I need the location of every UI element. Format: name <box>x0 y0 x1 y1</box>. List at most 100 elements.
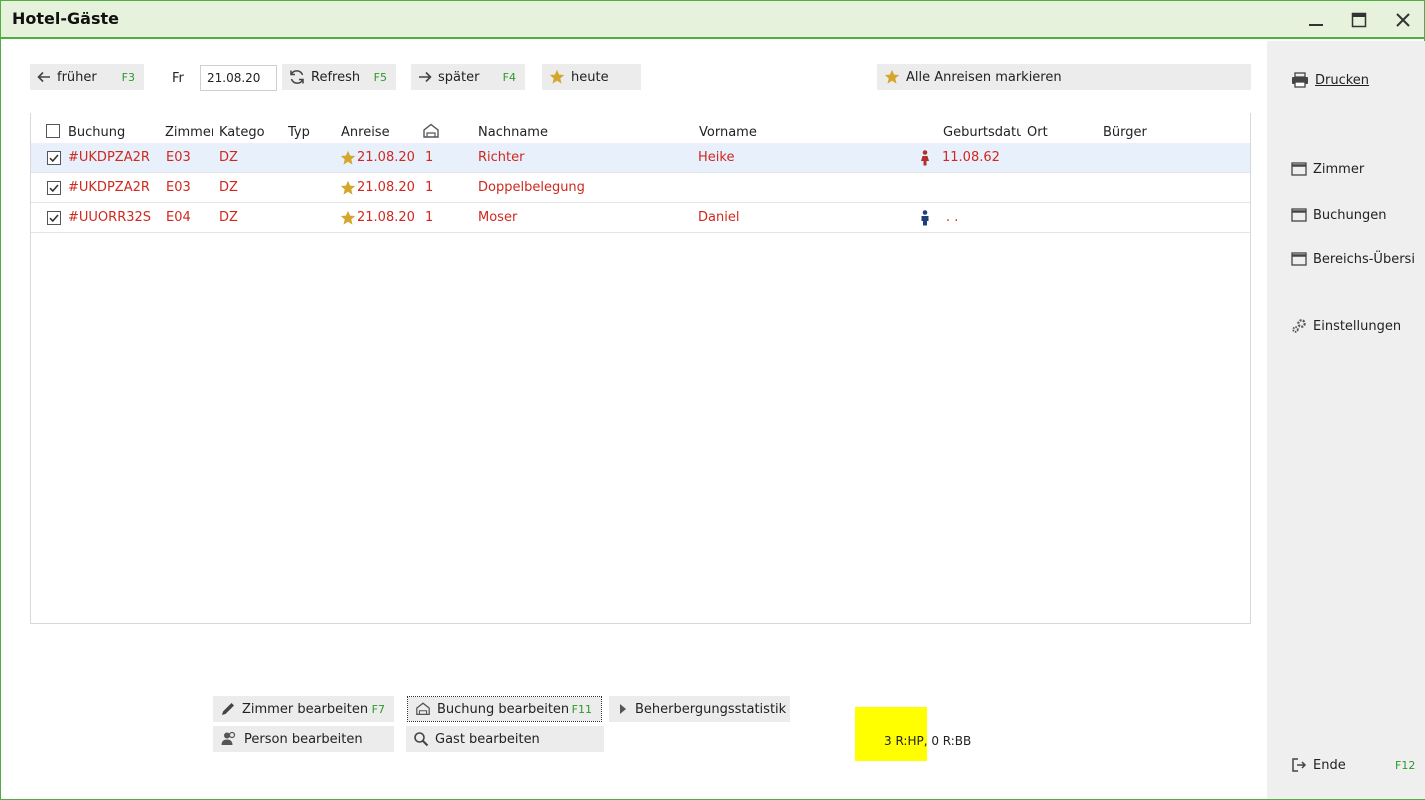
statistics-label: Beherbergungsstatistik <box>635 701 787 717</box>
birth-date: 11.08.62 <box>942 150 1000 165</box>
maximize-button[interactable] <box>1346 7 1372 33</box>
edit-guest-label: Gast bearbeiten <box>435 731 540 747</box>
house-icon <box>423 123 439 138</box>
checkmark-icon <box>49 184 59 193</box>
later-button[interactable]: später F4 <box>411 64 525 90</box>
end-button[interactable]: Ende <box>1291 753 1346 777</box>
refresh-label: Refresh <box>311 69 361 85</box>
birth-date: . . <box>946 210 959 225</box>
earlier-label: früher <box>57 69 97 85</box>
window-icon <box>1291 252 1307 266</box>
booking-id: #UKDPZA2R <box>68 150 150 165</box>
column-header-zimmer[interactable]: Zimmer <box>165 125 213 140</box>
exit-icon <box>1292 758 1307 772</box>
column-header-persons[interactable] <box>422 122 442 140</box>
later-label: später <box>438 69 480 85</box>
end-label: Ende <box>1313 757 1346 773</box>
status-text: 3 R:HP, 0 R:BB <box>884 734 972 748</box>
table-row[interactable]: #UKDPZA2R E03 DZ 21.08.20 1 Doppelbelegu… <box>31 173 1250 203</box>
arrow-left-icon <box>37 71 50 83</box>
settings-label: Einstellungen <box>1313 318 1402 334</box>
right-sidebar: Drucken Zimmer Buchungen Bereichs-Übersi… <box>1267 41 1425 799</box>
star-icon <box>340 180 356 195</box>
hotel-guests-window: Hotel-Gäste früher F3 Fr Refresh F5 spät… <box>0 0 1425 800</box>
gears-icon <box>1292 319 1306 333</box>
arrival-date: 21.08.20 <box>357 150 415 165</box>
female-icon <box>921 150 929 166</box>
row-checkbox[interactable] <box>47 151 61 165</box>
column-header-buerger[interactable]: Bürger <box>1103 125 1183 140</box>
last-name: Moser <box>478 210 518 225</box>
first-name: Heike <box>698 150 735 165</box>
column-header-typ[interactable]: Typ <box>288 125 328 140</box>
table-row[interactable]: #UUORR32S E04 DZ 21.08.20 1 Moser Daniel… <box>31 203 1250 233</box>
search-icon <box>414 732 429 747</box>
column-header-ort[interactable]: Ort <box>1027 125 1087 140</box>
first-name: Daniel <box>698 210 740 225</box>
edit-person-label: Person bearbeiten <box>244 731 363 747</box>
person-count: 1 <box>425 210 434 225</box>
arrival-date: 21.08.20 <box>357 210 415 225</box>
date-input[interactable] <box>200 65 277 91</box>
settings-button[interactable]: Einstellungen <box>1291 314 1401 338</box>
area-overview-button[interactable]: Bereichs-Übersi <box>1291 247 1425 271</box>
today-label: heute <box>571 69 609 85</box>
column-header-vorname[interactable]: Vorname <box>699 125 849 140</box>
edit-room-label: Zimmer bearbeiten <box>242 701 369 717</box>
edit-guest-button[interactable]: Gast bearbeiten <box>406 726 604 752</box>
room-category: DZ <box>219 210 238 225</box>
maximize-icon <box>1351 12 1367 28</box>
mark-all-arrivals-button[interactable]: Alle Anreisen markieren <box>877 64 1251 90</box>
column-header-nachname[interactable]: Nachname <box>478 125 628 140</box>
arrow-right-icon <box>419 71 432 83</box>
last-name: Doppelbelegung <box>478 180 585 195</box>
booking-id: #UKDPZA2R <box>68 180 150 195</box>
window-icon <box>1291 162 1307 176</box>
refresh-button[interactable]: Refresh F5 <box>282 64 396 90</box>
edit-person-button[interactable]: Person bearbeiten <box>213 726 394 752</box>
close-icon <box>1396 13 1410 27</box>
column-header-geburtsdatum[interactable]: Geburtsdatu <box>943 125 1021 140</box>
window-icon <box>1291 208 1307 222</box>
earlier-shortcut: F3 <box>121 70 135 84</box>
column-header-anreise[interactable]: Anreise <box>341 125 401 140</box>
pencil-icon <box>222 703 234 715</box>
minimize-icon <box>1309 24 1323 26</box>
edit-room-shortcut: F7 <box>371 702 385 716</box>
minimize-button[interactable] <box>1303 7 1329 33</box>
today-button[interactable]: heute <box>542 64 641 90</box>
printer-icon <box>1292 72 1308 88</box>
star-icon <box>340 210 356 225</box>
house-icon <box>416 702 430 715</box>
rooms-label: Zimmer <box>1313 161 1365 177</box>
star-icon <box>340 150 356 165</box>
edit-room-button[interactable]: Zimmer bearbeiten F7 <box>213 696 394 722</box>
close-button[interactable] <box>1390 7 1416 33</box>
edit-booking-button[interactable]: Buchung bearbeiten F11 <box>407 696 602 722</box>
statistics-button[interactable]: Beherbergungsstatistik <box>609 696 790 722</box>
row-checkbox[interactable] <box>47 211 61 225</box>
rooms-button[interactable]: Zimmer <box>1291 157 1364 181</box>
edit-booking-shortcut: F11 <box>571 702 592 716</box>
column-header-kategorie[interactable]: Kategoı <box>219 125 265 140</box>
print-button[interactable]: Drucken <box>1291 68 1369 92</box>
column-header-buchung[interactable]: Buchung <box>68 125 158 140</box>
earlier-button[interactable]: früher F3 <box>30 64 144 90</box>
row-checkbox[interactable] <box>47 181 61 195</box>
room-category: DZ <box>219 180 238 195</box>
booking-id: #UUORR32S <box>68 210 152 225</box>
checkmark-icon <box>49 214 59 223</box>
persons-icon <box>221 731 236 745</box>
end-shortcut: F12 <box>1395 759 1416 772</box>
print-label: Drucken <box>1315 72 1370 88</box>
star-icon <box>884 69 900 84</box>
bookings-button[interactable]: Buchungen <box>1291 203 1387 227</box>
caret-right-icon <box>620 704 626 714</box>
checkmark-icon <box>49 154 59 163</box>
refresh-shortcut: F5 <box>373 70 387 84</box>
edit-booking-label: Buchung bearbeiten <box>437 701 570 717</box>
select-all-checkbox[interactable] <box>46 124 60 138</box>
male-icon <box>921 210 929 226</box>
table-row[interactable]: #UKDPZA2R E03 DZ 21.08.20 1 Richter Heik… <box>31 143 1250 173</box>
refresh-icon <box>290 70 304 84</box>
